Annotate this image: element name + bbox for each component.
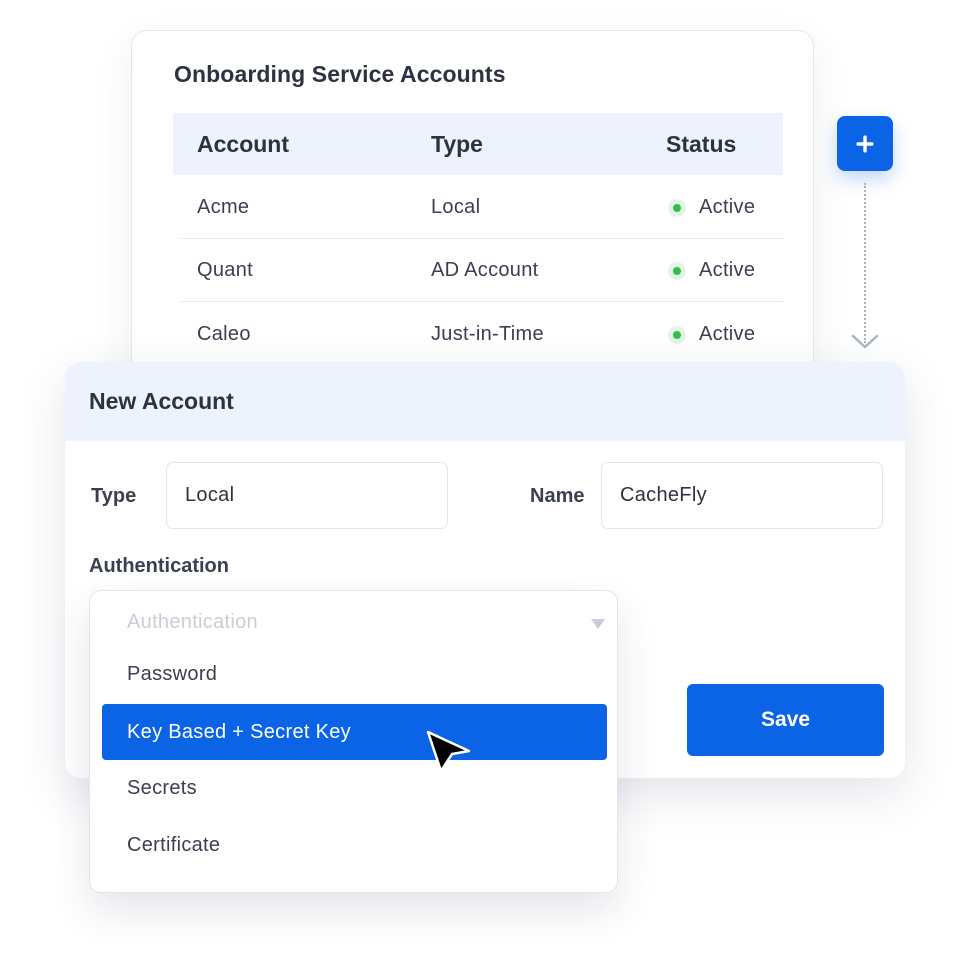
name-label: Name [530,485,585,507]
caret-down-icon[interactable] [590,618,606,630]
authentication-dropdown[interactable]: Authentication Password Key Based + Secr… [89,590,618,893]
account-name: Acme [197,196,250,218]
account-status: Active [699,323,756,345]
column-header-type[interactable]: Type [431,113,483,175]
dropdown-option-secrets[interactable]: Secrets [102,760,607,816]
add-account-button[interactable] [837,116,893,171]
new-account-header: New Account [65,362,905,441]
table-header: Account Type Status [173,113,783,175]
table-row[interactable]: Caleo Just-in-Time Active [180,303,783,366]
account-type: Local [431,196,481,218]
dropdown-option-password[interactable]: Password [102,646,607,702]
status-dot-icon [668,199,686,217]
type-label: Type [91,485,137,507]
table-row[interactable]: Quant AD Account Active [180,239,783,302]
accounts-card-title: Onboarding Service Accounts [174,61,506,87]
dropdown-option-certificate[interactable]: Certificate [102,817,607,873]
save-button[interactable]: Save [687,684,884,756]
account-status: Active [699,196,756,218]
dropdown-placeholder: Authentication [127,611,258,633]
authentication-label: Authentication [89,555,229,577]
account-name: Caleo [197,323,251,345]
new-account-title: New Account [89,388,234,414]
status-dot-icon [668,326,686,344]
type-field[interactable]: Local [166,462,448,529]
column-header-status[interactable]: Status [666,113,736,175]
account-name: Quant [197,259,253,281]
table-row[interactable]: Acme Local Active [180,176,783,239]
account-type: Just-in-Time [431,323,544,345]
dropdown-option-key-based[interactable]: Key Based + Secret Key [102,704,607,760]
account-status: Active [699,259,756,281]
plus-icon [856,135,874,152]
name-field[interactable]: CacheFly [601,462,883,529]
connector-dotted-line [864,183,866,343]
chevron-down-icon [851,334,879,349]
account-type: AD Account [431,259,539,281]
mouse-cursor-icon [426,730,471,773]
column-header-account[interactable]: Account [197,113,289,175]
service-accounts-card: Onboarding Service Accounts Account Type… [131,30,814,400]
status-dot-icon [668,262,686,280]
